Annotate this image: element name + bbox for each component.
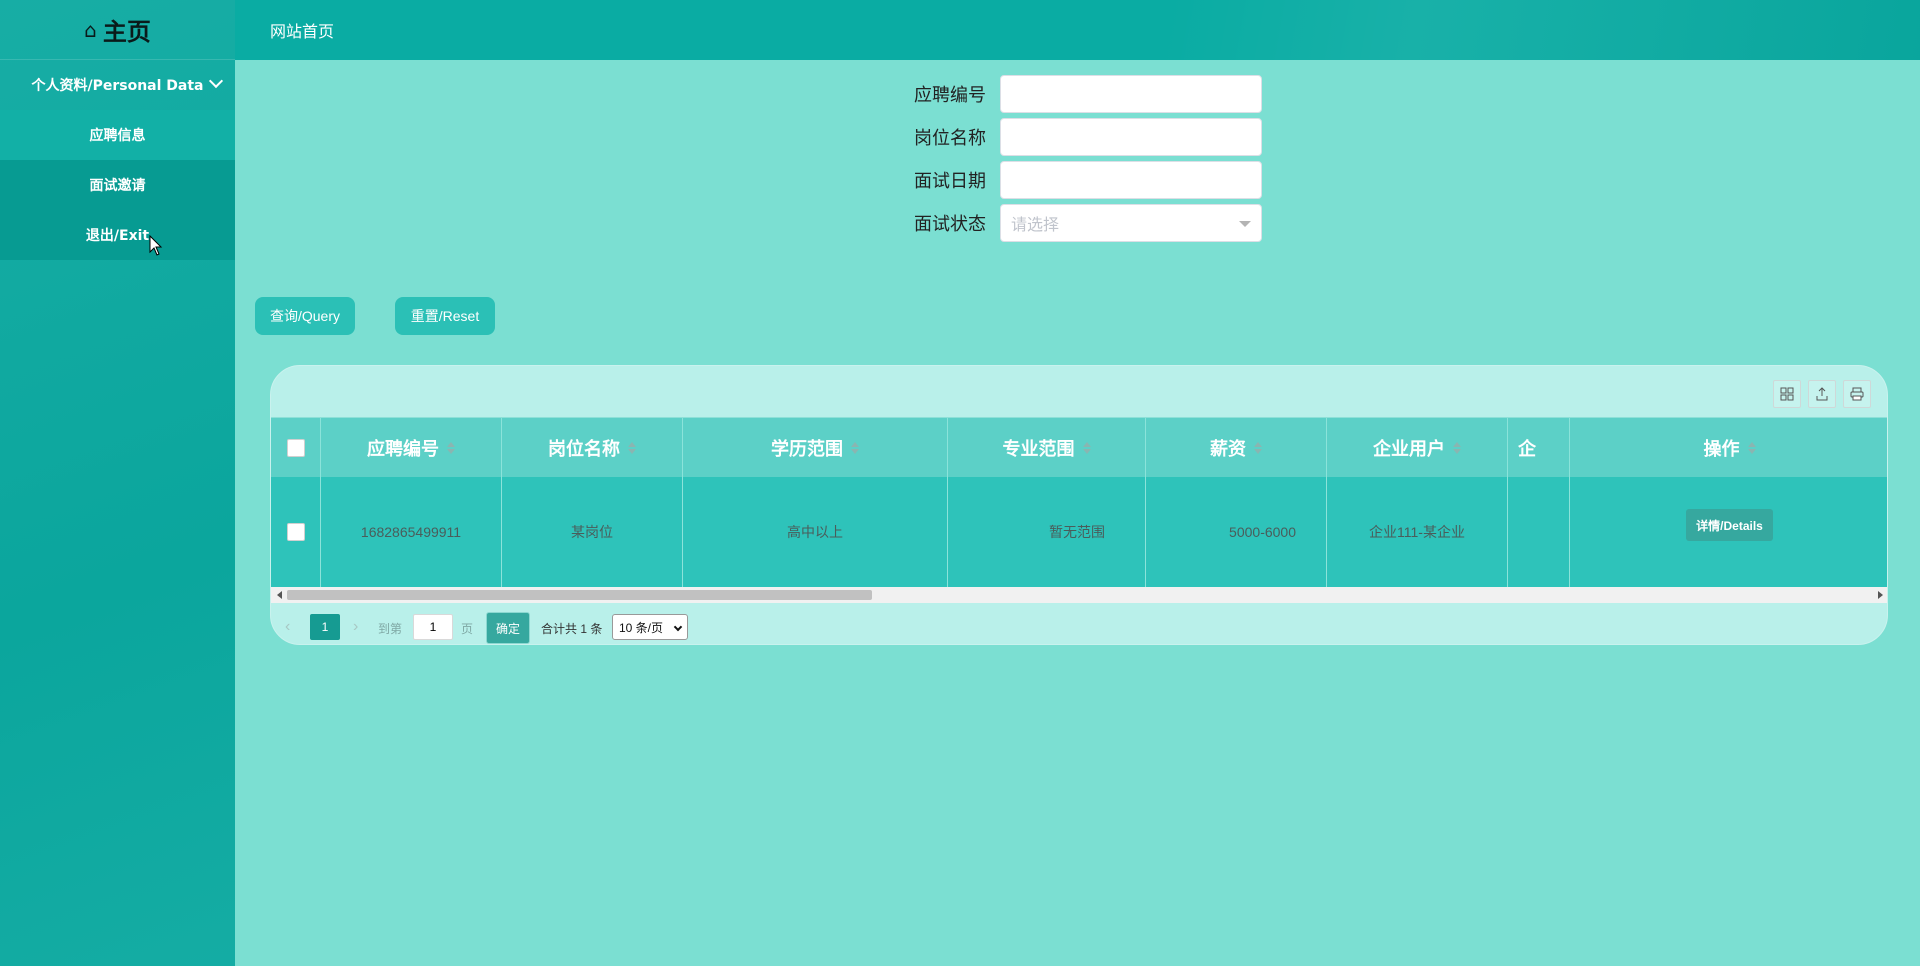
menu-group-personal-data[interactable]: 个人资料/Personal Data [0, 60, 235, 110]
brand[interactable]: ⌂ 主页 [0, 0, 235, 60]
export-icon[interactable] [1808, 380, 1836, 408]
field-label: 岗位名称 [914, 128, 986, 149]
column-header-truncated[interactable]: 企 [1508, 418, 1570, 477]
interview-status-select[interactable]: 请选择 [1000, 204, 1262, 242]
page-size-value: 10 条/页 [619, 620, 664, 635]
cell-application-id: 1682865499911 [321, 477, 502, 587]
header-checkbox-cell [271, 418, 321, 477]
application-id-input[interactable] [1000, 75, 1262, 113]
print-icon[interactable] [1843, 380, 1871, 408]
page-number-current[interactable]: 1 [310, 614, 340, 640]
search-row-application-id: 应聘编号 [900, 75, 1265, 113]
horizontal-scrollbar[interactable] [271, 587, 1887, 603]
column-header-company-user[interactable]: 企业用户 [1327, 418, 1508, 477]
field-label: 面试日期 [914, 171, 986, 192]
search-row-position-name: 岗位名称 [900, 118, 1265, 156]
prev-page-icon[interactable]: ‹ [285, 618, 290, 636]
column-header-label: 操作 [1703, 438, 1740, 460]
page-suffix: 页 [461, 622, 474, 636]
brand-title: 主页 [102, 18, 151, 46]
total-count: 合计共 1 条 [541, 622, 603, 636]
column-header-application-id[interactable]: 应聘编号 [321, 418, 502, 477]
field-label: 应聘编号 [914, 85, 986, 106]
page-size-select[interactable]: 10 条/页 [612, 614, 688, 640]
chevron-down-icon [208, 73, 224, 89]
results-table-card: 应聘编号 岗位名称 学历范围 专业范围 薪资 企业用户 企 操作 1682865… [270, 365, 1888, 645]
site-home-link[interactable]: 网站首页 [270, 18, 334, 42]
sidebar-item-applications[interactable]: 应聘信息 [0, 110, 235, 160]
column-header-label: 应聘编号 [367, 438, 439, 460]
column-header-label: 企 [1518, 438, 1536, 460]
search-row-interview-status: 面试状态 请选择 [900, 204, 1265, 242]
sort-icon[interactable] [1747, 441, 1756, 454]
column-header-label: 专业范围 [1002, 438, 1075, 460]
details-button[interactable]: 详情/Details [1686, 509, 1773, 541]
sort-icon[interactable] [447, 441, 455, 454]
goto-label: 到第 [378, 622, 403, 636]
row-checkbox-cell [271, 477, 321, 587]
column-header-label: 学历范围 [771, 438, 843, 460]
scrollbar-thumb[interactable] [287, 590, 872, 600]
sidebar: ⌂ 主页 个人资料/Personal Data 应聘信息 面试邀请 退出/Exi… [0, 0, 235, 966]
column-header-position[interactable]: 岗位名称 [502, 418, 683, 477]
column-header-salary[interactable]: 薪资 [1146, 418, 1327, 477]
sort-icon[interactable] [628, 441, 636, 454]
scroll-right-icon[interactable] [1878, 591, 1883, 599]
search-row-interview-date: 面试日期 [900, 161, 1265, 199]
home-icon: ⌂ [84, 17, 97, 42]
top-bar: 网站首页 [235, 0, 1920, 60]
scroll-left-icon[interactable] [277, 591, 282, 599]
interview-date-input[interactable] [1000, 161, 1262, 199]
sidebar-item-exit[interactable]: 退出/Exit [0, 210, 235, 260]
goto-confirm-button[interactable]: 确定 [486, 612, 530, 644]
results-table: 应聘编号 岗位名称 学历范围 专业范围 薪资 企业用户 企 操作 1682865… [271, 417, 1887, 587]
column-header-label: 岗位名称 [548, 438, 620, 460]
sort-icon[interactable] [1254, 441, 1262, 454]
table-header: 应聘编号 岗位名称 学历范围 专业范围 薪资 企业用户 企 操作 [271, 417, 1887, 477]
goto-page-input[interactable] [413, 614, 453, 640]
menu-group-label: 个人资料/Personal Data [31, 78, 204, 94]
next-page-icon[interactable]: › [353, 618, 358, 636]
select-placeholder: 请选择 [1011, 215, 1060, 234]
column-header-label: 企业用户 [1373, 438, 1445, 460]
mouse-cursor-icon [149, 234, 163, 256]
sidebar-item-label: 退出/Exit [85, 228, 150, 244]
columns-icon[interactable] [1773, 380, 1801, 408]
column-header-education[interactable]: 学历范围 [683, 418, 948, 477]
row-checkbox[interactable] [286, 523, 305, 541]
sort-icon[interactable] [1453, 441, 1461, 454]
column-header-actions[interactable]: 操作 [1570, 418, 1887, 477]
position-name-input[interactable] [1000, 118, 1262, 156]
sort-icon[interactable] [1082, 441, 1091, 454]
sidebar-item-label: 面试邀请 [89, 178, 146, 194]
table-row: 1682865499911 某岗位 高中以上 暂无范围 5000-6000 企业… [271, 477, 1887, 587]
cell-education: 高中以上 [683, 477, 948, 587]
sort-icon[interactable] [851, 441, 859, 454]
chevron-down-icon [673, 622, 683, 632]
sidebar-item-label: 应聘信息 [89, 128, 146, 144]
column-header-major[interactable]: 专业范围 [948, 418, 1146, 477]
field-label: 面试状态 [914, 214, 986, 235]
cell-truncated [1508, 477, 1570, 587]
sidebar-item-interview-invitations[interactable]: 面试邀请 [0, 160, 235, 210]
cell-actions: 详情/Details [1570, 477, 1887, 587]
cell-position: 某岗位 [502, 477, 683, 587]
query-button[interactable]: 查询/Query [255, 297, 355, 335]
caret-down-icon [1239, 221, 1251, 227]
pagination: ‹ 1 › 到第 页 确定 合计共 1 条 10 条/页 [271, 609, 1887, 644]
column-header-label: 薪资 [1210, 438, 1246, 460]
cell-major: 暂无范围 [948, 477, 1146, 587]
select-all-checkbox[interactable] [286, 438, 305, 457]
cell-salary: 5000-6000 [1146, 477, 1327, 587]
reset-button[interactable]: 重置/Reset [395, 297, 495, 335]
cell-company-user: 企业111-某企业 [1327, 477, 1508, 587]
